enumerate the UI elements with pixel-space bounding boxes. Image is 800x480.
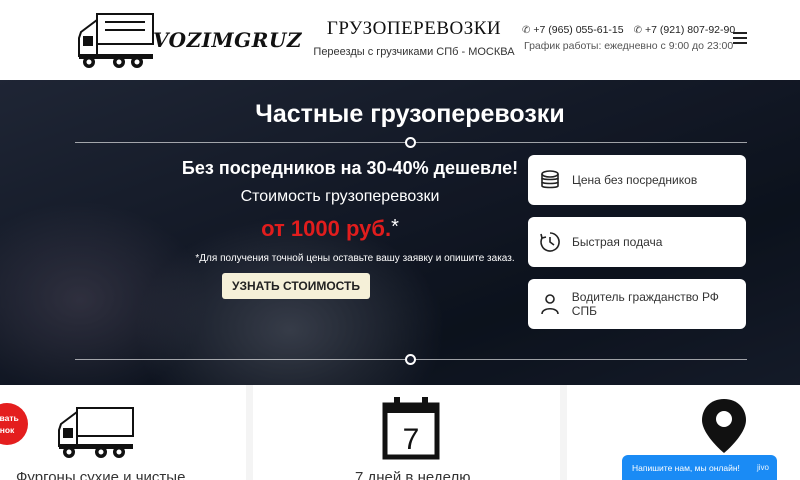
price-value: от 1000 руб. bbox=[261, 216, 392, 241]
advantage-card-vans: звать нок Фургоны сухие и чистые bbox=[0, 385, 246, 480]
feature-label: Цена без посредников bbox=[572, 173, 698, 187]
brand-title: ГРУЗОПЕРЕВОЗКИ bbox=[326, 18, 502, 39]
phone-list: ✆ +7 (965) 055-61-15 ✆ +7 (921) 807-92-9… bbox=[522, 24, 735, 36]
truck-icon bbox=[58, 407, 134, 458]
phone-icon: ✆ bbox=[633, 24, 642, 36]
hero-price: от 1000 руб.* bbox=[60, 216, 600, 242]
price-star: * bbox=[391, 216, 399, 238]
hero-divider-bottom bbox=[75, 354, 747, 365]
logo-text: VOZIMGRUZ bbox=[153, 28, 302, 52]
badge-line-1: звать bbox=[0, 413, 19, 423]
feature-label: Быстрая подача bbox=[572, 235, 663, 249]
feature-card-driver[interactable]: Водитель гражданство РФ СПБ bbox=[528, 279, 746, 329]
badge-line-2: нок bbox=[0, 425, 15, 435]
site-header: VOZIMGRUZ ГРУЗОПЕРЕВОЗКИ Переезды с груз… bbox=[0, 0, 800, 80]
chat-text: Напишите нам, мы онлайн! bbox=[632, 462, 740, 473]
schedule-text: График работы: ежедневно с 9:00 до 23:00 bbox=[524, 40, 734, 52]
brand-subtitle: Переезды с грузчиками СПб - МОСКВА bbox=[313, 46, 515, 58]
hero-title: Частные грузоперевозки bbox=[255, 100, 565, 128]
clock-icon bbox=[538, 230, 562, 254]
chat-widget-button[interactable]: Напишите нам, мы онлайн! jivo bbox=[622, 455, 777, 480]
chat-brand: jivo bbox=[756, 463, 769, 472]
get-price-button[interactable]: УЗНАТЬ СТОИМОСТЬ bbox=[222, 273, 370, 299]
feature-card-speed[interactable]: Быстрая подача bbox=[528, 217, 746, 267]
phone-2-number: +7 (921) 807-92-90 bbox=[644, 24, 736, 36]
calendar-icon: 7 bbox=[382, 397, 440, 460]
hero-divider-top bbox=[75, 137, 747, 148]
phone-2-link[interactable]: ✆ +7 (921) 807-92-90 bbox=[634, 24, 736, 36]
advantage-label: 7 дней в неделю bbox=[355, 469, 471, 480]
phone-1-link[interactable]: ✆ +7 (965) 055-61-15 bbox=[522, 24, 624, 36]
phone-icon: ✆ bbox=[522, 24, 531, 36]
truck-logo-icon bbox=[78, 13, 154, 68]
feature-card-price[interactable]: Цена без посредников bbox=[528, 155, 746, 205]
hero-section: Частные грузоперевозки Без посредников н… bbox=[0, 80, 800, 385]
hamburger-menu-icon[interactable] bbox=[733, 32, 747, 44]
driver-person-icon bbox=[538, 292, 562, 316]
location-pin-icon bbox=[702, 399, 746, 453]
callback-badge-button[interactable]: звать нок bbox=[0, 403, 28, 445]
advantage-card-days: 7 7 дней в неделю bbox=[253, 385, 560, 480]
advantage-label: Фургоны сухие и чистые bbox=[16, 469, 186, 480]
feature-label: Водитель гражданство РФ СПБ bbox=[571, 290, 719, 318]
calendar-number: 7 bbox=[403, 423, 420, 456]
phone-1-number: +7 (965) 055-61-15 bbox=[533, 24, 624, 36]
coins-stack-icon bbox=[538, 168, 562, 192]
